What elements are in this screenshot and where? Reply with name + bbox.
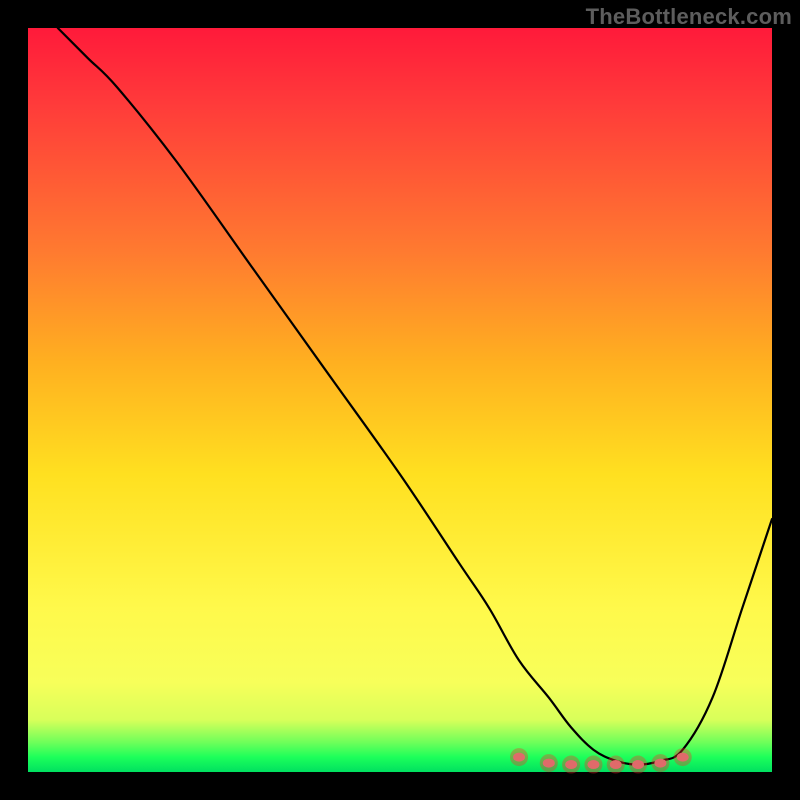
min-marker-1: [513, 753, 525, 762]
min-marker-3: [565, 760, 577, 769]
min-marker-7: [654, 759, 666, 768]
min-marker-8: [677, 753, 689, 762]
min-marker-4: [587, 760, 599, 769]
marker-group: [510, 748, 692, 773]
watermark-text: TheBottleneck.com: [586, 4, 792, 30]
bottleneck-curve: [58, 28, 772, 765]
curve-layer: [28, 28, 772, 772]
min-marker-5: [610, 760, 622, 769]
min-marker-6: [632, 760, 644, 769]
chart-canvas: TheBottleneck.com: [0, 0, 800, 800]
min-marker-2: [543, 759, 555, 768]
